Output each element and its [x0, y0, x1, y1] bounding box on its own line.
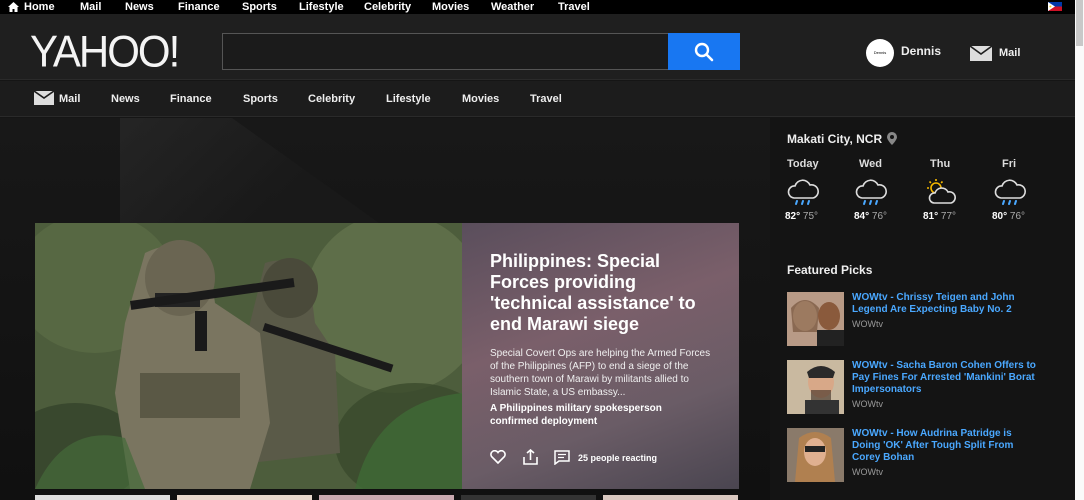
nav-lifestyle[interactable]: Lifestyle	[386, 93, 431, 105]
heart-icon[interactable]	[490, 450, 506, 464]
weather-day: Fri	[1002, 158, 1017, 170]
scrollbar[interactable]	[1075, 0, 1084, 500]
topbar-weather-link[interactable]: Weather	[491, 0, 534, 14]
mail-icon[interactable]	[34, 91, 54, 105]
low-temp: 76°	[1009, 211, 1026, 222]
right-sidebar: Makati City, NCR Today Wed Thu Fri 82° 7…	[770, 118, 1084, 500]
story-thumbnail[interactable]	[603, 495, 738, 500]
weather-temps: 81° 77°	[923, 211, 956, 222]
hero-image[interactable]	[35, 223, 462, 489]
rain-cloud-icon	[994, 179, 1026, 205]
nav-finance[interactable]: Finance	[170, 93, 212, 105]
soldiers-photo	[35, 223, 462, 489]
story-thumbnail[interactable]	[319, 495, 454, 500]
location-pin-icon[interactable]	[887, 132, 897, 145]
featured-pick-source: WOWtv	[852, 319, 883, 329]
sun-cloud-icon	[927, 179, 956, 204]
nav-bar: Mail News Finance Sports Celebrity Lifes…	[0, 81, 1084, 117]
story-thumbnail[interactable]	[461, 495, 596, 500]
hero-headline[interactable]: Philippines: Special Forces providing 't…	[490, 251, 711, 335]
topbar-lifestyle-link[interactable]: Lifestyle	[299, 0, 344, 14]
comment-icon[interactable]	[554, 450, 570, 465]
topbar-finance-link[interactable]: Finance	[178, 0, 220, 14]
topbar-news-link[interactable]: News	[125, 0, 154, 14]
featured-picks-heading: Featured Picks	[787, 263, 873, 277]
topbar-sports-link[interactable]: Sports	[242, 0, 277, 14]
search-input[interactable]	[222, 33, 669, 70]
nav-news[interactable]: News	[111, 93, 140, 105]
weather-location[interactable]: Makati City, NCR	[787, 132, 882, 146]
top-bar: Home Mail News Finance Sports Lifestyle …	[0, 0, 1084, 14]
featured-pick-title[interactable]: WOWtv - Chrissy Teigen and John Legend A…	[852, 292, 1042, 316]
story-thumbnail[interactable]	[177, 495, 312, 500]
weather-temps: 84° 76°	[854, 211, 887, 222]
featured-pick-title[interactable]: WOWtv - How Audrina Patridge is Doing 'O…	[852, 428, 1042, 464]
topbar-movies-link[interactable]: Movies	[432, 0, 469, 14]
scrollbar-thumb[interactable]	[1076, 0, 1083, 46]
weather-day: Today	[787, 158, 819, 170]
featured-pick-source: WOWtv	[852, 399, 883, 409]
high-temp: 80°	[992, 211, 1008, 222]
yahoo-logo[interactable]: YAHOO!	[30, 27, 180, 77]
weather-temps: 80° 76°	[992, 211, 1025, 222]
philippines-flag-icon[interactable]	[1048, 2, 1062, 11]
topbar-celebrity-link[interactable]: Celebrity	[364, 0, 411, 14]
high-temp: 82°	[785, 211, 801, 222]
story-thumbnail[interactable]	[35, 495, 170, 500]
nav-mail[interactable]: Mail	[59, 93, 80, 105]
background-shape	[120, 118, 400, 238]
topbar-home-link[interactable]: Home	[24, 0, 55, 14]
avatar[interactable]: Dennis	[866, 39, 894, 67]
topbar-mail-link[interactable]: Mail	[80, 0, 101, 14]
search-icon	[694, 42, 714, 61]
low-temp: 77°	[940, 211, 957, 222]
weather-temps: 82° 75°	[785, 211, 818, 222]
nav-travel[interactable]: Travel	[530, 93, 562, 105]
high-temp: 81°	[923, 211, 939, 222]
topbar-travel-link[interactable]: Travel	[558, 0, 590, 14]
rain-cloud-icon	[855, 179, 887, 205]
featured-pick-thumbnail[interactable]	[787, 360, 844, 414]
reaction-count[interactable]: 25 people reacting	[578, 453, 657, 463]
rain-cloud-icon	[787, 179, 819, 205]
user-name[interactable]: Dennis	[901, 44, 941, 58]
low-temp: 75°	[802, 211, 819, 222]
hero-subheadline[interactable]: A Philippines military spokesperson conf…	[490, 402, 711, 428]
low-temp: 76°	[871, 211, 888, 222]
featured-pick-source: WOWtv	[852, 467, 883, 477]
hero-story[interactable]: Philippines: Special Forces providing 't…	[35, 223, 739, 489]
header: YAHOO! Dennis Dennis Mail	[0, 14, 1084, 80]
featured-pick-title[interactable]: WOWtv - Sacha Baron Cohen Offers to Pay …	[852, 360, 1042, 396]
nav-movies[interactable]: Movies	[462, 93, 499, 105]
hero-summary: Special Covert Ops are helping the Armed…	[490, 348, 711, 398]
high-temp: 84°	[854, 211, 870, 222]
mail-icon[interactable]	[970, 46, 992, 61]
featured-pick-item[interactable]: WOWtv - Chrissy Teigen and John Legend A…	[787, 292, 1047, 348]
featured-pick-thumbnail[interactable]	[787, 292, 844, 346]
weather-day: Wed	[859, 158, 883, 170]
header-mail-link[interactable]: Mail	[999, 47, 1020, 59]
featured-pick-thumbnail[interactable]	[787, 428, 844, 482]
nav-sports[interactable]: Sports	[243, 93, 278, 105]
share-icon[interactable]	[523, 449, 538, 465]
hero-actions: 25 people reacting	[490, 449, 730, 467]
nav-celebrity[interactable]: Celebrity	[308, 93, 355, 105]
home-icon[interactable]	[8, 2, 19, 12]
featured-pick-item[interactable]: WOWtv - Sacha Baron Cohen Offers to Pay …	[787, 360, 1047, 416]
featured-pick-item[interactable]: WOWtv - How Audrina Patridge is Doing 'O…	[787, 428, 1047, 484]
weather-day: Thu	[930, 158, 951, 170]
search-button[interactable]	[668, 33, 740, 70]
